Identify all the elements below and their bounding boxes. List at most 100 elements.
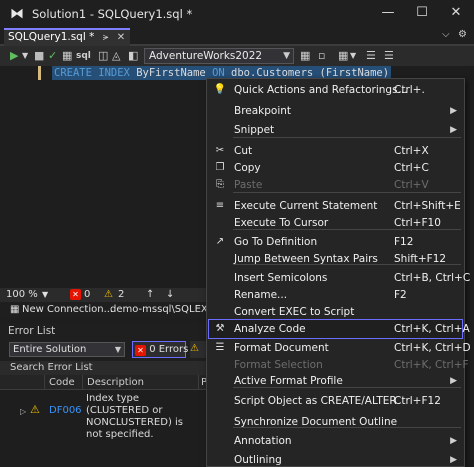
change-connection-icon[interactable]: ◧ <box>128 48 138 64</box>
column-project[interactable]: P <box>198 375 207 390</box>
connect-icon[interactable]: ◫ <box>98 48 108 64</box>
chevron-down-icon: ▼ <box>114 345 121 354</box>
warning-icon: ⚠ <box>104 289 113 300</box>
column-description[interactable]: Description <box>82 375 198 390</box>
next-issue-icon[interactable]: ↓ <box>166 288 174 302</box>
menu-item-snippet[interactable]: Snippet ▶ <box>208 120 463 140</box>
change-indicator <box>38 66 41 80</box>
sql-icon[interactable]: sql <box>76 48 91 64</box>
menu-item-label: Paste <box>234 179 263 191</box>
execute-dropdown-icon[interactable]: ▼ <box>22 48 28 64</box>
menu-item-shortcut: Shift+F12 <box>394 253 447 265</box>
submenu-arrow-icon: ▶ <box>450 455 457 465</box>
submenu-arrow-icon: ▶ <box>450 376 457 386</box>
menu-item-shortcut: Ctrl+K, Ctrl+A <box>394 323 470 335</box>
comment-icon[interactable]: ☰ <box>366 48 376 64</box>
paste-icon: ⎘ <box>216 179 224 190</box>
menu-item-active-format-profile[interactable]: Active Format Profile ▶ <box>208 371 463 391</box>
estimated-plan-icon[interactable]: ▦ <box>300 48 310 64</box>
warning-count[interactable]: 2 <box>118 288 124 302</box>
new-connection-icon: ▦ <box>10 304 20 315</box>
results-dropdown-icon[interactable]: ▼ <box>350 48 356 64</box>
lightbulb-icon: 💡 <box>213 84 227 95</box>
menu-item-label: Execute To Cursor <box>234 217 329 229</box>
error-icon: ✕ <box>70 289 81 300</box>
warning-icon: ⚠ <box>190 343 199 354</box>
errors-filter-button[interactable]: ✕ 0 Errors <box>132 341 189 358</box>
execute-icon[interactable]: ▶ <box>10 48 18 64</box>
close-button[interactable]: ✕ <box>446 4 466 22</box>
tab-sqlquery1[interactable]: SQLQuery1.sql * ⪫ ✕ <box>4 28 130 46</box>
window-title: Solution1 - SQLQuery1.sql * <box>32 7 193 21</box>
database-select-value: AdventureWorks2022 <box>149 50 263 62</box>
visual-studio-logo-icon: ⧓ <box>10 6 24 22</box>
previous-issue-icon[interactable]: ↑ <box>146 288 154 302</box>
menu-item-outlining[interactable]: Outlining ▶ <box>208 450 463 467</box>
scope-select-value: Entire Solution <box>13 344 87 355</box>
menu-item-script-object-as-create-alter[interactable]: Script Object as CREATE/ALTER Ctrl+F12 <box>208 391 463 411</box>
zoom-level[interactable]: 100 % <box>6 288 38 302</box>
tab-label: SQLQuery1.sql * <box>8 31 95 43</box>
column-code[interactable]: Code <box>44 375 82 390</box>
menu-item-label: Snippet <box>234 124 275 136</box>
menu-item-label: Synchronize Document Outline <box>234 416 398 428</box>
menu-item-execute-to-cursor[interactable]: Execute To Cursor Ctrl+F10 <box>208 213 463 233</box>
stop-icon[interactable]: ■ <box>34 48 44 64</box>
menu-item-paste[interactable]: ⎘ Paste Ctrl+V <box>208 175 463 195</box>
warning-icon: ⚠ <box>30 403 40 416</box>
menu-item-analyze-code[interactable]: ⚒ Analyze Code Ctrl+K, Ctrl+A <box>208 319 470 339</box>
error-icon: ✕ <box>135 345 146 356</box>
display-options-icon[interactable]: ▫ <box>318 48 325 64</box>
tab-close-icon[interactable]: ✕ <box>117 32 125 43</box>
tab-overflow-icon[interactable]: ⌵ <box>442 29 450 40</box>
pin-icon[interactable]: ⪫ <box>103 32 109 43</box>
grid-results-icon[interactable]: ▦ <box>338 48 348 64</box>
errors-filter-label: 0 Errors <box>149 344 189 355</box>
error-description: Index type (CLUSTERED or NONCLUSTERED) i… <box>86 393 184 440</box>
table-row[interactable]: ▷ ⚠ DF006 Index type (CLUSTERED or NONCL… <box>0 392 206 440</box>
menu-item-jump-between-syntax-pairs[interactable]: Jump Between Syntax Pairs Shift+F12 <box>208 249 463 269</box>
menu-item-annotation[interactable]: Annotation ▶ <box>208 431 463 451</box>
menu-item-label: Outlining <box>234 454 282 466</box>
scope-select[interactable]: Entire Solution ▼ <box>9 342 125 357</box>
error-code-link[interactable]: DF006 <box>49 405 82 417</box>
expand-icon[interactable]: ▷ <box>20 406 26 418</box>
menu-item-label: Script Object as CREATE/ALTER <box>234 395 397 407</box>
menu-item-label: Analyze Code <box>234 323 306 335</box>
submenu-arrow-icon: ▶ <box>450 106 457 116</box>
minimize-button[interactable]: — <box>378 4 398 22</box>
menu-item-quick-actions-and-refactorings[interactable]: 💡 Quick Actions and Refactorings... Ctrl+. <box>208 80 463 100</box>
menu-item-breakpoint[interactable]: Breakpoint ▶ <box>208 101 463 121</box>
connection-tabs: ▦ New Connection... demo-mssql\SQLEXPR <box>0 302 206 318</box>
server-tab[interactable]: demo-mssql\SQLEXPR <box>110 302 206 318</box>
search-error-list[interactable]: Search Error List <box>0 361 206 375</box>
chevron-down-icon: ▼ <box>283 51 290 61</box>
menu-item-label: Breakpoint <box>234 105 292 117</box>
menu-item-shortcut: Ctrl+V <box>394 179 429 191</box>
editor-status-strip: 100 % ▼ ✕ 0 ⚠ 2 ↑ ↓ <box>0 288 206 302</box>
submenu-arrow-icon: ▶ <box>450 125 457 135</box>
new-connection-tab[interactable]: New Connection... <box>22 302 113 318</box>
sql-toolbar: ▶ ▼ ■ ✓ ▦ sql ◫ ◬ ◧ AdventureWorks2022 ▼… <box>0 46 474 66</box>
database-select[interactable]: AdventureWorks2022 ▼ <box>144 48 294 64</box>
document-tab-strip: SQLQuery1.sql * ⪫ ✕ ⌵ ⚙ <box>0 28 474 46</box>
menu-item-label: Active Format Profile <box>234 375 343 387</box>
parse-icon[interactable]: ✓ <box>48 48 57 64</box>
disconnect-icon[interactable]: ◬ <box>112 48 120 64</box>
submenu-arrow-icon: ▶ <box>450 436 457 446</box>
menu-item-shortcut: Ctrl+F10 <box>394 217 441 229</box>
error-list-title: Error List <box>0 323 206 339</box>
menu-item-synchronize-document-outline[interactable]: Synchronize Document Outline <box>208 412 463 432</box>
menu-item-shortcut: Ctrl+. <box>394 84 425 96</box>
maximize-button[interactable]: ☐ <box>412 4 432 22</box>
error-count[interactable]: 0 <box>84 288 90 302</box>
menu-item-label: Annotation <box>234 435 292 447</box>
analyze-code-icon: ⚒ <box>215 323 225 334</box>
warnings-filter-button[interactable]: ⚠ <box>190 341 206 358</box>
zoom-dropdown-icon[interactable]: ▼ <box>42 288 48 302</box>
results-icon[interactable]: ▦ <box>62 48 72 64</box>
menu-item-shortcut: Ctrl+F12 <box>394 395 441 407</box>
settings-icon[interactable]: ⚙ <box>458 29 467 40</box>
uncomment-icon[interactable]: ☰ <box>384 48 394 64</box>
code-token: ByFirstName <box>129 67 213 79</box>
